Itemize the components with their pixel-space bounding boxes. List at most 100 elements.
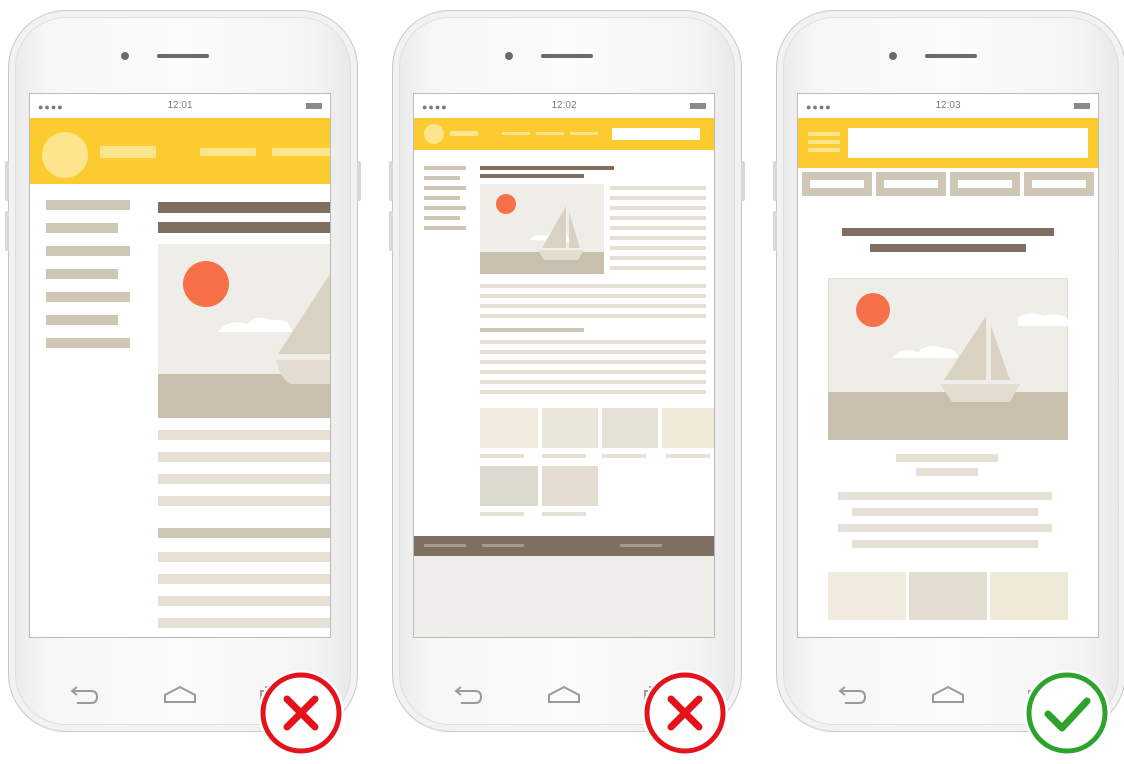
text-line — [610, 186, 706, 190]
sidebar-item — [46, 292, 130, 302]
nav-link — [272, 148, 330, 156]
text-line — [480, 294, 706, 298]
sidebar-item — [46, 338, 130, 348]
volume-button — [389, 161, 393, 201]
thumbnail[interactable] — [828, 572, 906, 620]
volume-button — [389, 211, 393, 251]
search-input[interactable] — [848, 128, 1088, 158]
text-line — [480, 284, 706, 288]
phone-screen-3: ●●●● 12:03 — [797, 93, 1099, 638]
text-line — [480, 360, 706, 364]
text-line — [610, 256, 706, 260]
thumbnail-caption — [542, 512, 586, 516]
sidebar-item — [46, 200, 130, 210]
power-button — [357, 161, 361, 201]
status-bar: ●●●● 12:01 — [30, 94, 330, 118]
text-line — [158, 618, 330, 628]
speaker-grille — [157, 54, 209, 58]
phone-mockup-2: ●●●● 12:02 — [389, 10, 745, 732]
battery-icon — [306, 103, 322, 109]
thumbnail[interactable] — [480, 408, 538, 448]
sidebar-item — [46, 269, 118, 279]
article-heading — [480, 166, 614, 170]
sailboat-image — [480, 184, 604, 274]
article-heading — [158, 222, 330, 233]
volume-button — [5, 161, 9, 201]
nav-link — [536, 132, 564, 135]
thumbnail[interactable] — [542, 466, 598, 506]
thumbnail[interactable] — [990, 572, 1068, 620]
back-icon[interactable] — [67, 685, 101, 705]
sidebar-item — [424, 166, 466, 170]
thumbnail[interactable] — [480, 466, 538, 506]
status-time: 12:02 — [551, 100, 577, 111]
cross-badge-1 — [258, 670, 344, 756]
text-line — [158, 430, 330, 440]
logo-placeholder — [42, 132, 88, 178]
back-icon[interactable] — [835, 685, 869, 705]
subheading — [158, 528, 330, 538]
text-line — [610, 216, 706, 220]
text-line — [610, 236, 706, 240]
volume-button — [5, 211, 9, 251]
sidebar-item — [424, 176, 460, 180]
thumbnail[interactable] — [909, 572, 987, 620]
hamburger-icon-line — [808, 148, 840, 152]
nav-link — [502, 132, 530, 135]
text-line — [480, 380, 706, 384]
thumbnail[interactable] — [602, 408, 658, 448]
hamburger-icon[interactable] — [808, 132, 840, 136]
text-line — [158, 452, 330, 462]
text-line — [480, 304, 706, 308]
text-line — [158, 596, 330, 606]
thumbnail-caption — [602, 454, 646, 458]
check-icon — [1026, 672, 1108, 754]
text-line — [480, 370, 706, 374]
sidebar-item — [424, 216, 460, 220]
sidebar-item — [46, 223, 118, 233]
back-icon[interactable] — [451, 685, 485, 705]
sailboat-image — [828, 278, 1068, 440]
cross-badge-2 — [642, 670, 728, 756]
status-bar: ●●●● 12:02 — [414, 94, 714, 118]
article-heading — [158, 202, 330, 213]
tab-label — [958, 180, 1012, 188]
site-title-placeholder — [450, 131, 478, 136]
volume-button — [773, 161, 777, 201]
cross-icon — [644, 672, 726, 754]
site-title-placeholder — [100, 146, 156, 158]
tab-label — [884, 180, 938, 188]
empty-area — [414, 556, 714, 637]
footer-link — [424, 544, 466, 547]
home-icon[interactable] — [546, 685, 582, 705]
text-line — [852, 540, 1038, 548]
thumbnail-caption — [480, 454, 524, 458]
text-line — [480, 314, 706, 318]
phone-screen-2: ●●●● 12:02 — [413, 93, 715, 638]
phone-mockup-1: ●●●● 12:01 — [5, 10, 361, 732]
home-icon[interactable] — [162, 685, 198, 705]
thumbnail-caption — [480, 512, 524, 516]
sidebar-item — [46, 246, 130, 256]
nav-link — [570, 132, 598, 135]
text-line — [480, 350, 706, 354]
thumbnail[interactable] — [542, 408, 598, 448]
text-line — [158, 552, 330, 562]
article-heading — [480, 174, 584, 178]
text-line — [838, 492, 1052, 500]
battery-icon — [1074, 103, 1090, 109]
home-icon[interactable] — [930, 685, 966, 705]
battery-icon — [690, 103, 706, 109]
cross-icon — [260, 672, 342, 754]
text-line — [158, 496, 330, 506]
sidebar-item — [424, 206, 466, 210]
tab-label — [810, 180, 864, 188]
footer-link — [482, 544, 524, 547]
text-line — [610, 266, 706, 270]
search-input[interactable] — [612, 128, 700, 140]
status-time: 12:01 — [167, 100, 193, 111]
status-bar: ●●●● 12:03 — [798, 94, 1098, 118]
text-line — [158, 574, 330, 584]
thumbnail[interactable] — [662, 408, 714, 448]
footer-link — [620, 544, 662, 547]
